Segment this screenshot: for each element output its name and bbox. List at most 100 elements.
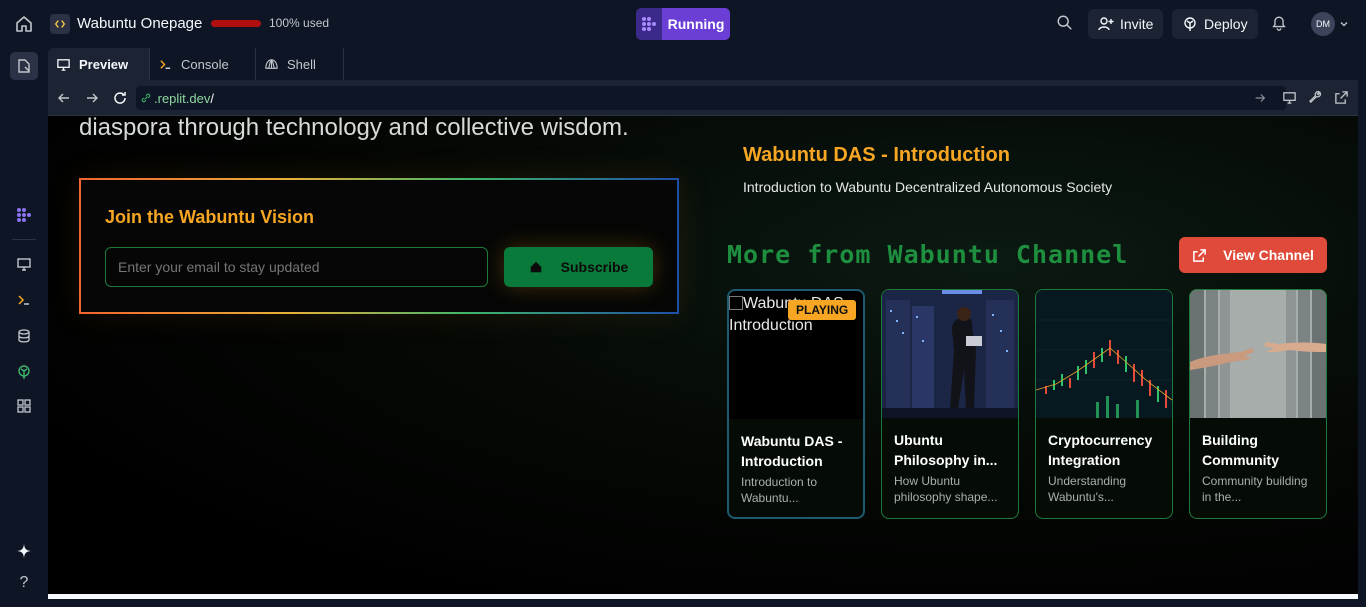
- device-button[interactable]: [1282, 90, 1297, 110]
- reload-button[interactable]: [112, 90, 128, 106]
- monitor-icon: [17, 258, 31, 271]
- invite-label: Invite: [1120, 16, 1154, 32]
- email-input[interactable]: [105, 247, 488, 287]
- video-thumbnail: Wabuntu DAS - Introduction PLAYING: [729, 291, 863, 419]
- refresh-icon: [114, 92, 126, 104]
- deploy-label: Deploy: [1204, 16, 1248, 32]
- subscribe-label: Subscribe: [560, 259, 629, 275]
- tab-preview[interactable]: Preview: [48, 48, 150, 80]
- bell-icon: [1272, 16, 1286, 31]
- project-name[interactable]: Wabuntu Onepage: [77, 15, 202, 32]
- database-icon: [18, 329, 30, 343]
- tab-shell[interactable]: Shell: [256, 48, 344, 80]
- join-box: Join the Wabuntu Vision Subscribe: [79, 178, 679, 314]
- replit-logo-button[interactable]: [636, 8, 662, 40]
- preview-bottom-border: [48, 594, 1358, 599]
- invite-button[interactable]: Invite: [1088, 9, 1164, 39]
- forward-button[interactable]: [84, 90, 100, 106]
- deploy-icon: [1184, 17, 1196, 31]
- deploy-button[interactable]: Deploy: [1172, 9, 1258, 39]
- avatar: DM: [1311, 12, 1335, 36]
- back-button[interactable]: [56, 90, 72, 106]
- arrow-left-icon: [58, 93, 69, 103]
- sidebar-item-preview[interactable]: [12, 252, 36, 276]
- sidebar-item-console[interactable]: [12, 288, 36, 312]
- terminal-icon: [160, 59, 171, 69]
- url-bar: .replit.dev /: [48, 80, 1358, 116]
- grid-icon: [17, 399, 31, 413]
- files-button[interactable]: [10, 52, 38, 80]
- video-card-playing[interactable]: Wabuntu DAS - Introduction PLAYING Wabun…: [727, 289, 865, 519]
- video-description: Community building in the...: [1202, 474, 1308, 504]
- tab-label: Preview: [79, 56, 129, 72]
- search-icon: [1057, 15, 1072, 30]
- help-button[interactable]: ?: [12, 571, 36, 595]
- devtools-button[interactable]: [1308, 90, 1323, 110]
- video-title: Building Community: [1202, 432, 1279, 468]
- url-input[interactable]: .replit.dev /: [136, 86, 1286, 110]
- tab-label: Shell: [287, 56, 316, 72]
- playing-badge: PLAYING: [788, 300, 857, 320]
- video-description: How Ubuntu philosophy shape...: [894, 474, 998, 504]
- external-link-icon: [1193, 248, 1206, 262]
- arrow-right-icon: [87, 93, 98, 103]
- ai-assistant-button[interactable]: [12, 539, 36, 563]
- wrench-icon: [1309, 91, 1322, 104]
- tab-bar: Preview Console Shell: [48, 48, 1358, 80]
- shell-icon: [265, 58, 278, 69]
- sidebar-divider: [12, 239, 36, 240]
- arrow-right-icon: [1255, 94, 1266, 102]
- top-bar: Wabuntu Onepage 100% used Running Invite…: [0, 0, 1366, 48]
- video-thumbnail: [1190, 290, 1326, 418]
- sidebar-item-deploy[interactable]: [12, 360, 36, 384]
- monitor-icon: [1283, 92, 1296, 104]
- open-new-tab-button[interactable]: [1334, 90, 1349, 110]
- sidebar-item-apps[interactable]: [12, 394, 36, 418]
- link-icon: [141, 93, 151, 103]
- tab-label: Console: [181, 56, 229, 72]
- video-title: Ubuntu Philosophy in...: [894, 432, 998, 468]
- home-button[interactable]: [14, 14, 34, 34]
- preview-viewport: diaspora through technology and collecti…: [48, 116, 1358, 596]
- video-title: Wabuntu DAS - Introduction: [741, 433, 843, 469]
- user-menu-button[interactable]: DM: [1311, 12, 1349, 36]
- replit-icon: [642, 17, 656, 31]
- chevron-down-icon: [1340, 22, 1348, 27]
- video-card[interactable]: Cryptocurrency Integration Understanding…: [1035, 289, 1173, 519]
- home-icon: [16, 16, 32, 32]
- view-channel-label: View Channel: [1223, 247, 1314, 263]
- open-url-button[interactable]: [1253, 91, 1267, 110]
- search-button[interactable]: [1056, 14, 1076, 34]
- video-card[interactable]: Ubuntu Philosophy in... How Ubuntu philo…: [881, 289, 1019, 519]
- view-channel-button[interactable]: View Channel: [1179, 237, 1327, 273]
- notifications-button[interactable]: [1270, 14, 1290, 34]
- subscribe-button[interactable]: Subscribe: [504, 247, 653, 287]
- sidebar-item-database[interactable]: [12, 324, 36, 348]
- workspace-pane: Preview Console Shell .replit.dev / dias…: [48, 48, 1358, 599]
- sidebar: ?: [0, 48, 48, 607]
- usage-bar: [211, 20, 261, 27]
- video-title: Cryptocurrency Integration: [1048, 432, 1153, 468]
- video-card[interactable]: Building Community Community building in…: [1189, 289, 1327, 519]
- home-icon: [530, 261, 541, 273]
- broken-image-icon: [729, 296, 743, 310]
- join-title: Join the Wabuntu Vision: [105, 207, 314, 227]
- hero-text: diaspora through technology and collecti…: [79, 116, 629, 141]
- more-heading: More from Wabuntu Channel: [727, 240, 1129, 269]
- sparkle-icon: [17, 544, 31, 558]
- usage-text: 100% used: [269, 16, 330, 30]
- project-icon: [50, 14, 70, 34]
- url-path: /: [210, 90, 214, 106]
- url-domain: .replit.dev: [154, 90, 211, 106]
- monitor-icon: [57, 58, 70, 71]
- help-icon: ?: [19, 574, 29, 591]
- video-thumbnail: [1036, 290, 1172, 418]
- video-thumbnail: [882, 290, 1018, 418]
- replit-icon: [17, 208, 31, 222]
- add-user-icon: [1098, 17, 1114, 31]
- run-status-button[interactable]: Running: [662, 8, 730, 40]
- now-playing-subtitle: Introduction to Wabuntu Decentralized Au…: [743, 179, 1113, 195]
- tab-console[interactable]: Console: [150, 48, 256, 80]
- replit-agent-button[interactable]: [12, 203, 36, 227]
- deploy-icon: [18, 365, 30, 379]
